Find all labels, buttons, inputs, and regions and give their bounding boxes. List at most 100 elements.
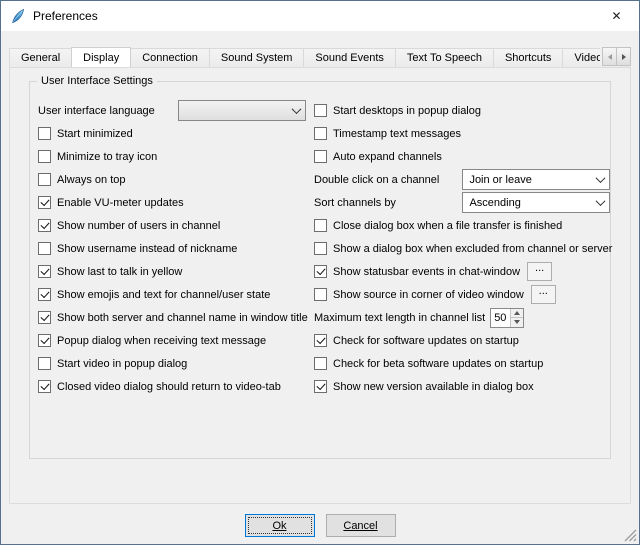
app-icon: [10, 8, 26, 24]
title-bar: Preferences ✕: [1, 1, 639, 31]
double-click-select[interactable]: Join or leave: [462, 169, 610, 190]
checkbox-label: Minimize to tray icon: [57, 151, 157, 163]
resize-grip[interactable]: [624, 529, 637, 542]
checkbox-icon: [314, 288, 327, 301]
checkbox-icon: [38, 242, 51, 255]
checkbox-vu-meter-updates[interactable]: Enable VU-meter updates: [38, 196, 184, 209]
preferences-dialog: Preferences ✕ General Display Connection…: [0, 0, 640, 545]
checkbox-video-popup-dialog[interactable]: Start video in popup dialog: [38, 357, 187, 370]
checkbox-last-talk-yellow[interactable]: Show last to talk in yellow: [38, 265, 182, 278]
checkbox-show-new-version[interactable]: Show new version available in dialog box: [314, 380, 534, 393]
group-title: User Interface Settings: [37, 75, 157, 87]
checkbox-icon: [38, 311, 51, 324]
spinner-value: 50: [491, 309, 510, 327]
user-interface-settings-group: User Interface Settings User interface l…: [29, 81, 611, 459]
checkbox-icon: [314, 265, 327, 278]
close-button[interactable]: ✕: [594, 1, 639, 31]
checkbox-label: Close dialog box when a file transfer is…: [333, 220, 562, 232]
checkbox-icon: [38, 127, 51, 140]
checkbox-label: Auto expand channels: [333, 151, 442, 163]
checkbox-label: Show source in corner of video window: [333, 289, 524, 301]
checkbox-label: Always on top: [57, 174, 125, 186]
tab-scroller: [600, 47, 631, 66]
checkbox-label: Show both server and channel name in win…: [57, 312, 308, 324]
double-click-value: Join or leave: [463, 174, 592, 186]
tab-sound-events[interactable]: Sound Events: [303, 48, 396, 67]
checkbox-icon: [314, 104, 327, 117]
language-row: User interface language: [38, 99, 308, 122]
checkbox-label: Start minimized: [57, 128, 133, 140]
checkbox-icon: [314, 334, 327, 347]
checkbox-server-channel-in-title[interactable]: Show both server and channel name in win…: [38, 311, 308, 324]
checkbox-timestamp-messages[interactable]: Timestamp text messages: [314, 127, 461, 140]
checkbox-label: Show new version available in dialog box: [333, 381, 534, 393]
tab-shortcuts[interactable]: Shortcuts: [493, 48, 563, 67]
checkbox-label: Show last to talk in yellow: [57, 266, 182, 278]
checkbox-label: Start video in popup dialog: [57, 358, 187, 370]
checkbox-label: Popup dialog when receiving text message: [57, 335, 266, 347]
chevron-down-icon: [592, 176, 609, 183]
checkbox-always-on-top[interactable]: Always on top: [38, 173, 125, 186]
checkbox-username-instead-nickname[interactable]: Show username instead of nickname: [38, 242, 237, 255]
spin-down-icon[interactable]: [511, 317, 523, 327]
checkbox-video-source-corner[interactable]: Show source in corner of video window: [314, 288, 524, 301]
tab-general[interactable]: General: [9, 48, 72, 67]
ok-button-label: Ok: [272, 520, 286, 532]
video-source-browse-button[interactable]: ...: [531, 285, 556, 304]
double-click-label: Double click on a channel: [314, 174, 439, 186]
checkbox-label: Enable VU-meter updates: [57, 197, 184, 209]
tab-display[interactable]: Display: [71, 47, 131, 67]
checkbox-icon: [38, 173, 51, 186]
checkbox-icon: [38, 288, 51, 301]
tab-sound-system[interactable]: Sound System: [209, 48, 305, 67]
checkbox-icon: [314, 357, 327, 370]
statusbar-events-browse-button[interactable]: ...: [527, 262, 552, 281]
sort-channels-label: Sort channels by: [314, 197, 396, 209]
checkbox-auto-expand-channels[interactable]: Auto expand channels: [314, 150, 442, 163]
checkbox-label: Show a dialog box when excluded from cha…: [333, 243, 612, 255]
checkbox-users-in-channel[interactable]: Show number of users in channel: [38, 219, 220, 232]
checkbox-emojis-text-state[interactable]: Show emojis and text for channel/user st…: [38, 288, 270, 301]
checkbox-statusbar-events[interactable]: Show statusbar events in chat-window: [314, 265, 520, 278]
tab-scroll-right-icon[interactable]: [616, 47, 631, 66]
spin-up-icon[interactable]: [511, 309, 523, 318]
max-text-length-spinner[interactable]: 50: [490, 308, 524, 328]
checkbox-icon: [314, 127, 327, 140]
checkbox-label: Start desktops in popup dialog: [333, 105, 481, 117]
max-text-length-label: Maximum text length in channel list: [314, 312, 485, 324]
checkbox-icon: [38, 265, 51, 278]
checkbox-label: Timestamp text messages: [333, 128, 461, 140]
sort-channels-select[interactable]: Ascending: [462, 192, 610, 213]
window-title: Preferences: [33, 9, 98, 23]
tab-text-to-speech[interactable]: Text To Speech: [395, 48, 494, 67]
right-column: Start desktops in popup dialog Timestamp…: [314, 99, 612, 398]
checkbox-close-dialog-file-transfer[interactable]: Close dialog box when a file transfer is…: [314, 219, 562, 232]
ok-button[interactable]: Ok: [245, 514, 315, 537]
video-source-row: Show source in corner of video window ..…: [314, 283, 612, 306]
chevron-down-icon: [288, 107, 305, 114]
language-label: User interface language: [38, 105, 155, 117]
checkbox-start-minimized[interactable]: Start minimized: [38, 127, 133, 140]
checkbox-icon: [314, 242, 327, 255]
checkbox-check-beta-updates[interactable]: Check for beta software updates on start…: [314, 357, 543, 370]
tab-scroll-left-icon[interactable]: [602, 47, 617, 66]
chevron-down-icon: [592, 199, 609, 206]
checkbox-label: Check for beta software updates on start…: [333, 358, 543, 370]
double-click-row: Double click on a channel Join or leave: [314, 168, 612, 191]
checkbox-icon: [38, 357, 51, 370]
checkbox-icon: [314, 219, 327, 232]
checkbox-video-return-tab[interactable]: Closed video dialog should return to vid…: [38, 380, 281, 393]
checkbox-minimize-tray[interactable]: Minimize to tray icon: [38, 150, 157, 163]
checkbox-dialog-when-excluded[interactable]: Show a dialog box when excluded from cha…: [314, 242, 612, 255]
tab-connection[interactable]: Connection: [130, 48, 210, 67]
checkbox-label: Show statusbar events in chat-window: [333, 266, 520, 278]
sort-channels-row: Sort channels by Ascending: [314, 191, 612, 214]
dialog-footer: Ok Cancel: [1, 506, 639, 544]
language-select[interactable]: [178, 100, 306, 121]
cancel-button[interactable]: Cancel: [326, 514, 396, 537]
checkbox-start-desktops-popup[interactable]: Start desktops in popup dialog: [314, 104, 481, 117]
checkbox-label: Show username instead of nickname: [57, 243, 237, 255]
checkbox-popup-text-message[interactable]: Popup dialog when receiving text message: [38, 334, 266, 347]
checkbox-icon: [38, 150, 51, 163]
checkbox-check-updates[interactable]: Check for software updates on startup: [314, 334, 519, 347]
